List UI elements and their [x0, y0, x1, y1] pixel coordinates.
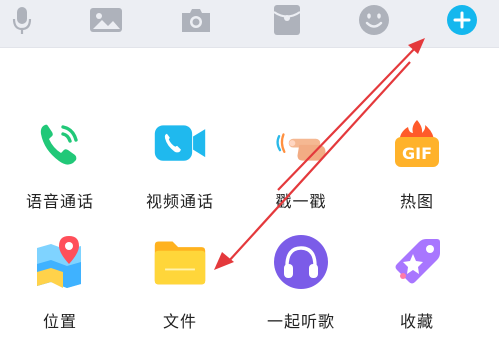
input-toolbar [0, 0, 499, 47]
gif-label: 热图 [399, 192, 434, 211]
video-call-label: 视频通话 [145, 192, 214, 211]
favorites-label: 收藏 [399, 312, 434, 331]
folder-icon [152, 234, 208, 290]
pointing-hand-icon [273, 116, 329, 172]
gif-icon: GIF [389, 116, 445, 172]
location-label: 位置 [42, 312, 77, 331]
red-envelope-icon[interactable] [265, 0, 309, 40]
microphone-icon[interactable] [0, 0, 44, 40]
poke-label: 戳一戳 [275, 192, 327, 211]
video-camera-icon [152, 116, 208, 172]
listen-together-label: 一起听歌 [266, 312, 335, 331]
plus-icon[interactable] [440, 0, 484, 40]
gif-item[interactable]: GIF 热图 [362, 116, 472, 226]
listen-together-item[interactable]: 一起听歌 [246, 234, 356, 344]
location-item[interactable]: 位置 [5, 234, 115, 344]
camera-icon[interactable] [174, 0, 218, 40]
headphones-icon [273, 234, 329, 290]
voice-call-label: 语音通话 [25, 192, 94, 211]
image-icon[interactable] [84, 0, 128, 40]
gif-badge-text: GIF [402, 144, 432, 163]
emoji-icon[interactable] [352, 0, 396, 40]
file-item[interactable]: 文件 [125, 234, 235, 344]
more-functions-panel: 语音通话 视频通话 戳一戳 GIF 热图 位置 文件 一起听歌 收藏 [0, 48, 499, 331]
voice-call-item[interactable]: 语音通话 [5, 116, 115, 226]
favorites-item[interactable]: 收藏 [362, 234, 472, 344]
video-call-item[interactable]: 视频通话 [125, 116, 235, 226]
poke-item[interactable]: 戳一戳 [246, 116, 356, 226]
map-pin-icon [32, 234, 88, 290]
file-label: 文件 [162, 312, 197, 331]
phone-icon [32, 116, 88, 172]
favorites-tag-icon [389, 234, 445, 290]
